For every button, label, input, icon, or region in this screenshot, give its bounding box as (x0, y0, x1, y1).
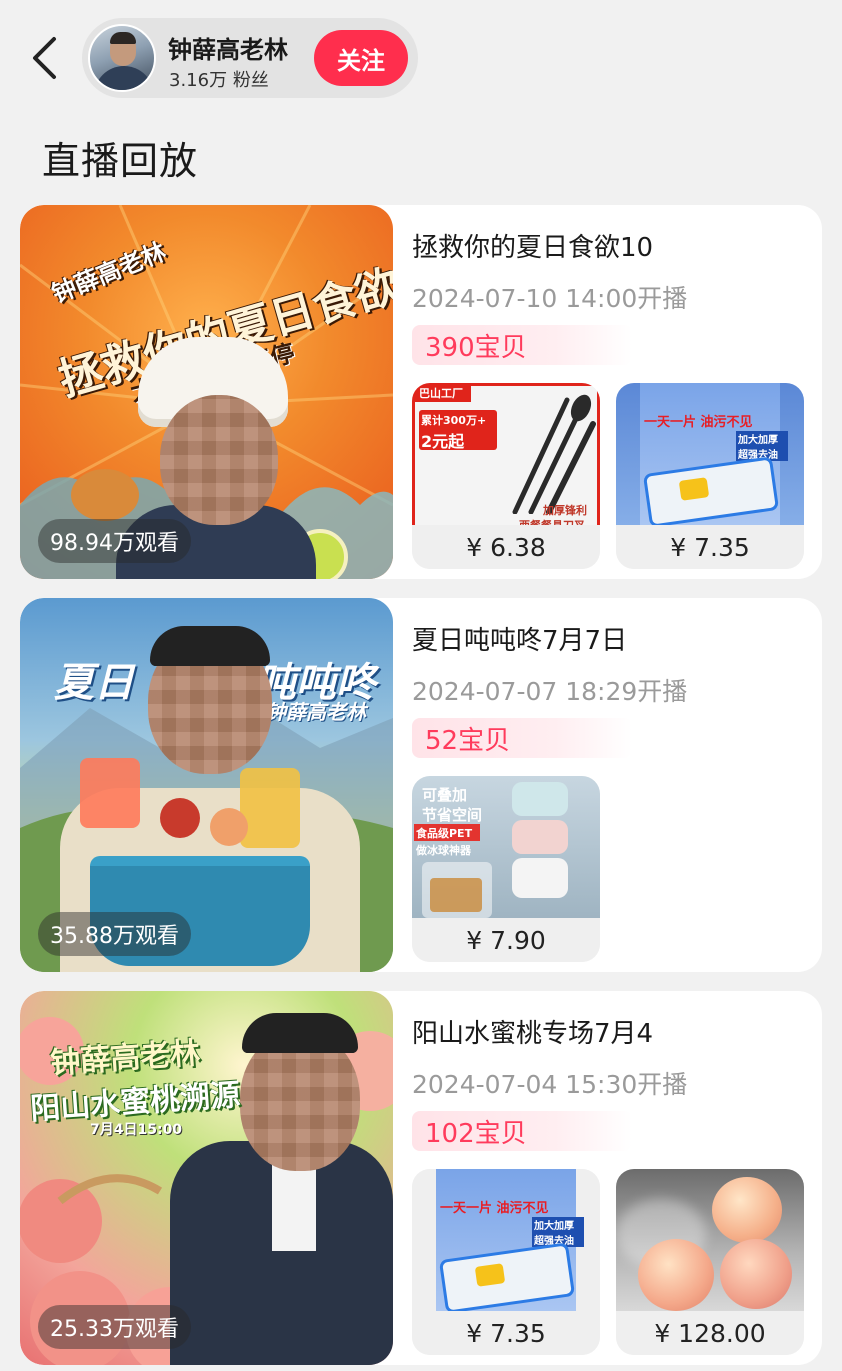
product-card[interactable]: 一天一片 油污不见 加大加厚 超强去油 ¥ 7.35 (616, 383, 804, 569)
chevron-left-icon (33, 37, 56, 79)
live-time: 2024-07-10 14:00开播 (412, 284, 688, 313)
goods-count-badge[interactable]: 390宝贝 (412, 325, 632, 365)
product-price: ¥ 6.38 (412, 525, 600, 569)
host-face (160, 395, 278, 525)
top-bar: 钟薛高老林 3.16万 粉丝 关注 (0, 0, 842, 120)
product-card[interactable]: 一天一片 油污不见 加大加厚 超强去油 ¥ 7.35 (412, 1169, 600, 1355)
live-replay-card[interactable]: 夏日 吨吨咚 钟薛高老林 35.88万观看 夏日吨吨咚7月7日 2024-07-… (20, 598, 822, 972)
live-replay-card[interactable]: 钟薛高老林 拯救你的夏日食欲 大额红包返不停 98.94万观看 拯救你的夏日食欲… (20, 205, 822, 579)
product-price: ¥ 7.35 (412, 1311, 600, 1355)
live-title[interactable]: 阳山水蜜桃专场7月4 (412, 1013, 653, 1050)
live-time: 2024-07-07 18:29开播 (412, 677, 688, 706)
product-thumbnail: 可叠加 节省空间 食品级PET 做冰球神器 (412, 776, 600, 918)
live-title[interactable]: 拯救你的夏日食欲10 (412, 227, 653, 264)
goods-count-badge[interactable]: 102宝贝 (412, 1111, 632, 1151)
fans-count: 3.16万 粉丝 (169, 70, 269, 91)
live-replay-card[interactable]: 钟薛高老林 阳山水蜜桃溯源 7月4日15:00 25.33万观看 阳山水蜜桃专场… (20, 991, 822, 1365)
product-thumbnail (616, 1169, 804, 1311)
live-cover[interactable]: 钟薛高老林 阳山水蜜桃溯源 7月4日15:00 25.33万观看 (20, 991, 393, 1365)
user-name: 钟薛高老林 (168, 36, 288, 64)
cover-date: 7月4日15:00 (90, 1122, 183, 1138)
back-button[interactable] (22, 32, 66, 84)
live-cover[interactable]: 钟薛高老林 拯救你的夏日食欲 大额红包返不停 98.94万观看 (20, 205, 393, 579)
product-price: ¥ 7.35 (616, 525, 804, 569)
profile-pill[interactable]: 钟薛高老林 3.16万 粉丝 关注 (82, 18, 418, 98)
cover-brand: 钟薛高老林 (266, 700, 366, 724)
live-info: 拯救你的夏日食欲10 2024-07-10 14:00开播 390宝贝 巴山工厂… (412, 205, 812, 579)
view-count: 98.94万观看 (38, 519, 191, 563)
view-count: 25.33万观看 (38, 1305, 191, 1349)
product-thumbnail: 一天一片 油污不见 加大加厚 超强去油 (412, 1169, 600, 1314)
live-info: 阳山水蜜桃专场7月4 2024-07-04 15:30开播 102宝贝 一天一片… (412, 991, 812, 1365)
avatar[interactable] (88, 24, 156, 92)
live-title[interactable]: 夏日吨吨咚7月7日 (412, 620, 627, 657)
product-price: ¥ 7.90 (412, 918, 600, 962)
product-thumbnail: 一天一片 油污不见 加大加厚 超强去油 (616, 383, 804, 528)
live-time: 2024-07-04 15:30开播 (412, 1070, 688, 1099)
live-info: 夏日吨吨咚7月7日 2024-07-07 18:29开播 52宝贝 可叠加 节省… (412, 598, 812, 972)
page-title: 直播回放 (42, 139, 199, 183)
cover-headline-left: 夏日 (54, 660, 134, 706)
product-card[interactable]: 巴山工厂 累计300万+ 2元起 加厚锋利 西餐餐具刀叉 ¥ 6.38 (412, 383, 600, 569)
product-price: ¥ 128.00 (616, 1311, 804, 1355)
view-count: 35.88万观看 (38, 912, 191, 956)
goods-count-badge[interactable]: 52宝贝 (412, 718, 632, 758)
product-card[interactable]: ¥ 128.00 (616, 1169, 804, 1355)
follow-button[interactable]: 关注 (314, 30, 408, 86)
product-card[interactable]: 可叠加 节省空间 食品级PET 做冰球神器 ¥ 7.90 (412, 776, 600, 962)
live-cover[interactable]: 夏日 吨吨咚 钟薛高老林 35.88万观看 (20, 598, 393, 972)
product-thumbnail: 巴山工厂 累计300万+ 2元起 加厚锋利 西餐餐具刀叉 (412, 383, 600, 532)
